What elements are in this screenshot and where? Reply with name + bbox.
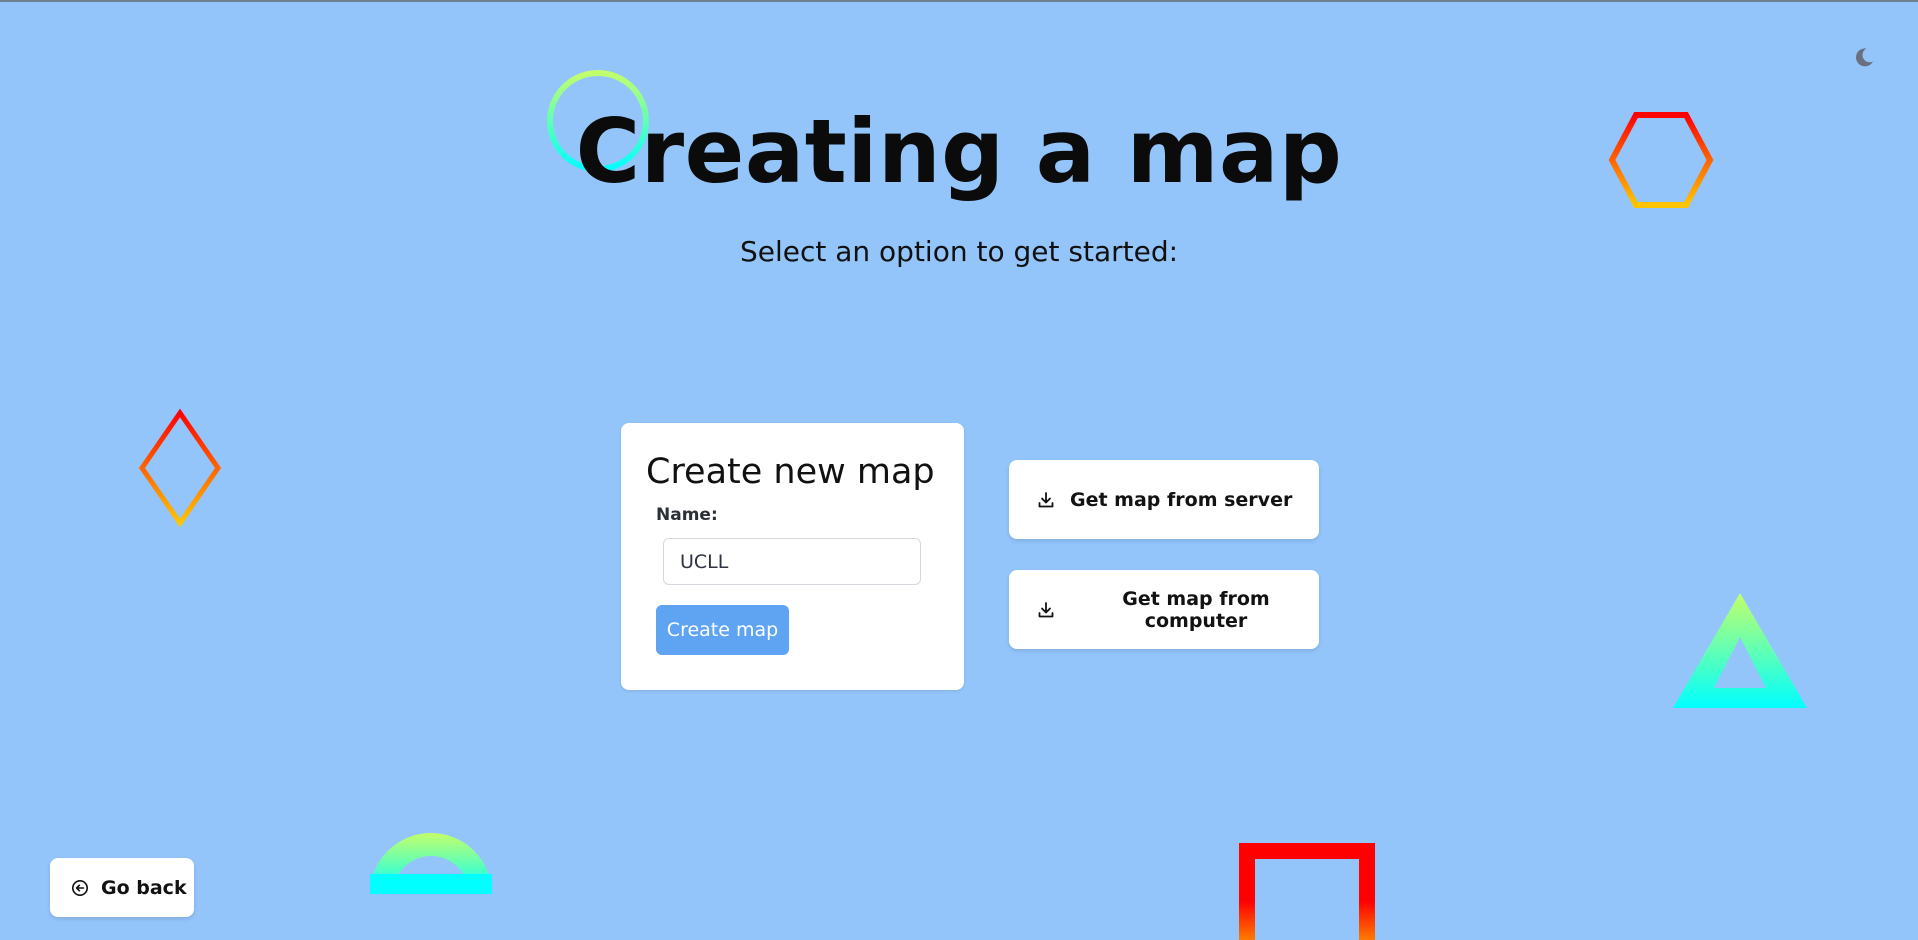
diamond-decoration [138, 408, 222, 528]
top-border [0, 0, 1918, 2]
create-map-button[interactable]: Create map [656, 605, 789, 655]
theme-toggle[interactable] [1851, 44, 1877, 70]
semicircle-decoration [370, 833, 492, 894]
server-button-label: Get map from server [1070, 488, 1293, 511]
moon-icon [1856, 48, 1873, 67]
go-back-label: Go back [101, 876, 187, 899]
circle-arrow-left-icon [72, 879, 88, 896]
page-subtitle: Select an option to get started: [739, 235, 1179, 268]
map-name-input[interactable] [663, 538, 921, 585]
get-map-from-server-button[interactable]: Get map from server [1009, 460, 1319, 539]
square-decoration [1239, 843, 1375, 940]
go-back-button[interactable]: Go back [50, 858, 194, 917]
download-icon [1038, 601, 1054, 617]
download-icon [1038, 491, 1054, 507]
card-title: Create new map [646, 452, 935, 492]
create-map-card: Create new map Name: Create map [621, 423, 964, 690]
triangle-decoration [1673, 593, 1807, 708]
page-title: Creating a map [575, 100, 1343, 203]
name-label: Name: [656, 505, 718, 525]
get-map-from-computer-button[interactable]: Get map from computer [1009, 570, 1319, 649]
computer-button-label: Get map from computer [1122, 587, 1270, 632]
